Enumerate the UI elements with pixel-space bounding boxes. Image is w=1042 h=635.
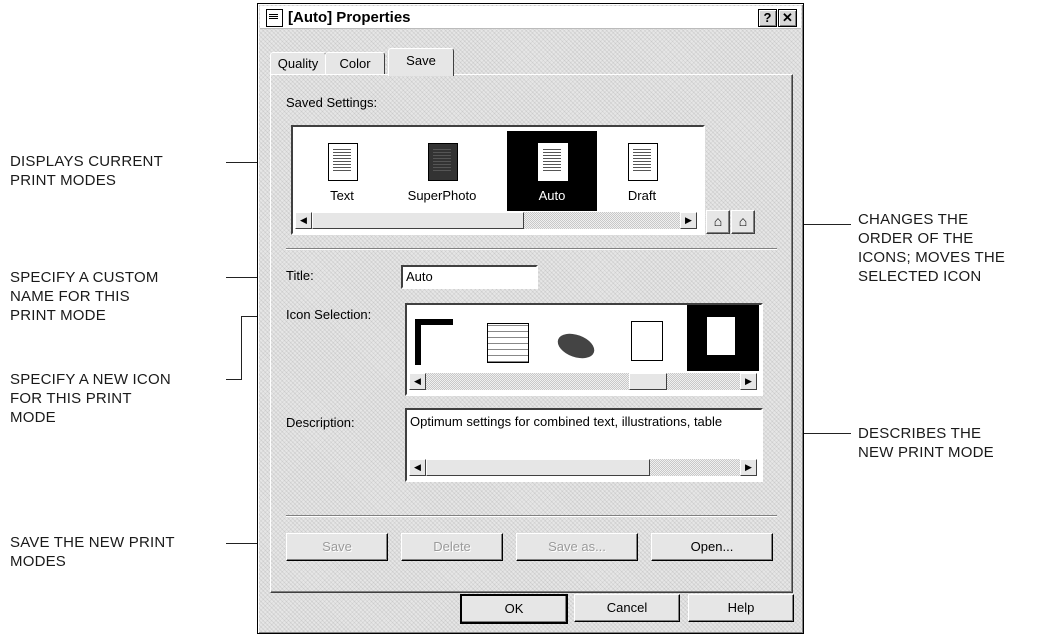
auto-doc-icon — [707, 317, 735, 355]
save-as-button[interactable]: Save as... — [516, 533, 638, 561]
list-item[interactable]: Auto — [507, 131, 597, 211]
help-button[interactable]: Help — [688, 594, 794, 622]
description-scrollbar[interactable]: ◀ ▶ — [409, 459, 757, 476]
window-title: [Auto] Properties — [288, 9, 411, 26]
title-bar: [Auto] Properties ? ✕ — [260, 6, 801, 29]
saved-settings-label: Saved Settings: — [286, 95, 378, 110]
separator — [286, 515, 777, 517]
saved-settings-scrollbar[interactable]: ◀ ▶ — [295, 212, 697, 229]
spreadsheet-icon — [487, 323, 529, 363]
save-button[interactable]: Save — [286, 533, 388, 561]
disk-icon — [554, 329, 598, 363]
leader-line — [226, 379, 242, 380]
move-right-button[interactable]: ⌂ — [731, 210, 755, 234]
scroll-thumb[interactable] — [426, 459, 650, 476]
delete-button[interactable]: Delete — [401, 533, 503, 561]
title-input[interactable]: Auto — [401, 265, 538, 289]
separator — [286, 248, 777, 250]
saved-settings-list[interactable]: Text SuperPhoto Auto Draft ◀ ▶ — [291, 125, 705, 235]
scroll-right-icon[interactable]: ▶ — [740, 459, 757, 476]
scroll-thumb[interactable] — [312, 212, 524, 229]
list-item[interactable]: Text — [297, 131, 387, 211]
scroll-right-icon[interactable]: ▶ — [680, 212, 697, 229]
open-button[interactable]: Open... — [651, 533, 773, 561]
leader-line — [241, 316, 242, 380]
description-label: Description: — [286, 415, 355, 430]
description-field[interactable]: Optimum settings for combined text, illu… — [405, 408, 763, 482]
tab-quality[interactable]: Quality — [270, 52, 326, 75]
list-item-label: Text — [330, 188, 354, 203]
superphoto-mode-icon — [428, 143, 458, 181]
scroll-left-icon[interactable]: ◀ — [295, 212, 312, 229]
help-icon[interactable]: ? — [758, 9, 777, 27]
scroll-thumb[interactable] — [629, 373, 667, 390]
title-label: Title: — [286, 268, 314, 283]
move-right-icon: ⌂ — [738, 213, 748, 229]
move-left-button[interactable]: ⌂ — [706, 210, 730, 234]
description-text[interactable]: Optimum settings for combined text, illu… — [410, 414, 722, 429]
callout-save-new: SAVE THE NEW PRINT MODES — [10, 534, 175, 570]
scroll-left-icon[interactable]: ◀ — [409, 459, 426, 476]
list-item-label: SuperPhoto — [407, 188, 477, 203]
move-left-icon: ⌂ — [713, 213, 723, 229]
ok-button[interactable]: OK — [460, 594, 568, 624]
app-icon — [266, 9, 283, 27]
list-item[interactable]: Draft — [597, 131, 687, 211]
callout-describes: DESCRIBES THE NEW PRINT MODE — [858, 425, 994, 461]
list-item-label: Draft — [627, 188, 657, 203]
callout-changes-order: CHANGES THE ORDER OF THE ICONS; MOVES TH… — [858, 211, 1006, 285]
callout-specify-name: SPECIFY A CUSTOM NAME FOR THIS PRINT MOD… — [10, 269, 159, 324]
save-tab-panel: Saved Settings: Text SuperPhoto Auto Dra… — [270, 74, 793, 593]
tab-color[interactable]: Color — [325, 52, 385, 75]
callout-specify-icon: SPECIFY A NEW ICON FOR THIS PRINT MODE — [10, 371, 171, 426]
cancel-button[interactable]: Cancel — [574, 594, 680, 622]
auto-mode-icon — [538, 143, 568, 181]
callout-displays-print-modes: DISPLAYS CURRENT PRINT MODES — [10, 153, 163, 189]
scroll-left-icon[interactable]: ◀ — [409, 373, 426, 390]
properties-dialog: [Auto] Properties ? ✕ Quality Color Save… — [257, 3, 804, 634]
text-mode-icon — [328, 143, 358, 181]
close-icon[interactable]: ✕ — [778, 9, 797, 27]
selected-icon-slot[interactable] — [687, 305, 759, 371]
list-item[interactable]: SuperPhoto — [397, 131, 487, 211]
table-doc-icon — [631, 321, 663, 361]
icon-selection-list[interactable]: ◀ ▶ — [405, 303, 763, 396]
tab-save[interactable]: Save — [388, 48, 454, 76]
draft-mode-icon — [628, 143, 658, 181]
icon-selection-label: Icon Selection: — [286, 307, 372, 322]
icon-selection-scrollbar[interactable]: ◀ ▶ — [409, 373, 757, 390]
pen-corner-icon — [415, 319, 453, 365]
scroll-right-icon[interactable]: ▶ — [740, 373, 757, 390]
list-item-label: Auto — [538, 188, 566, 203]
